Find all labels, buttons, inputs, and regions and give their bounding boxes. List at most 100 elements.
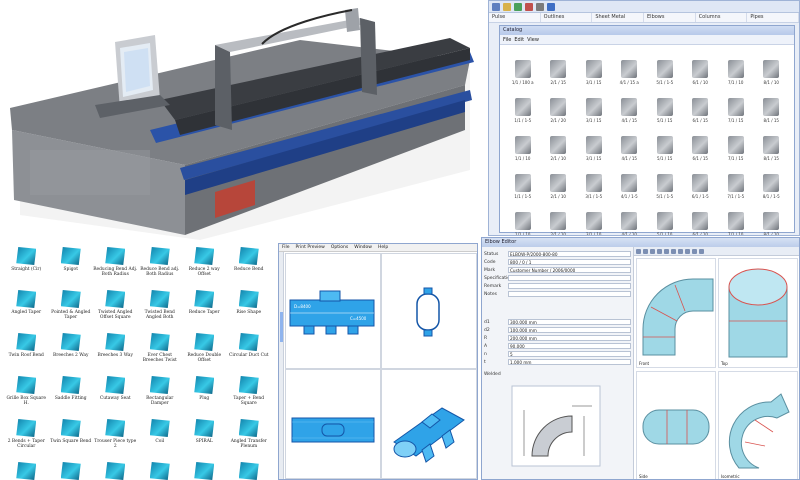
catalog-item[interactable]: 7/1 / 10	[719, 49, 753, 85]
front-view[interactable]: C=4500 D=8400	[285, 253, 381, 369]
component-item[interactable]: Ever Chest Breeches Twist	[138, 333, 183, 370]
dim-value[interactable]: 200.000 mm	[508, 335, 631, 341]
menu-item[interactable]: Columns	[696, 13, 748, 22]
field-value[interactable]	[508, 291, 631, 297]
cad-menu-item[interactable]: Window	[354, 245, 372, 250]
component-item[interactable]: Reduce Taper	[182, 290, 227, 327]
menu-item[interactable]: Elbows	[644, 13, 696, 22]
component-item[interactable]: Rise Shape	[227, 290, 272, 327]
menu-item[interactable]: Pipes	[747, 13, 799, 22]
delete-icon[interactable]	[525, 2, 533, 11]
save-icon[interactable]	[514, 2, 522, 11]
dim-value[interactable]: 100.000 mm	[508, 327, 631, 333]
front-icon[interactable]	[664, 248, 669, 254]
component-item[interactable]: Reduce 2 way Offset	[182, 247, 227, 284]
component-item[interactable]: Grille Box Sq. + Outlet	[49, 462, 94, 480]
catalog-item[interactable]: 4/1 / 10	[613, 201, 647, 235]
catalog-item[interactable]: 5/1 / 15	[648, 125, 682, 161]
cad-menu-item[interactable]: Help	[378, 245, 388, 250]
component-item[interactable]: Angled Transfer Plenum	[227, 419, 272, 456]
component-item[interactable]: Transition Handle	[93, 462, 138, 480]
open-icon[interactable]	[503, 2, 511, 11]
catalog-item[interactable]: 8/1 / 15	[755, 125, 789, 161]
iso-icon[interactable]	[685, 248, 690, 254]
cad-menu-item[interactable]: File	[282, 245, 290, 250]
top-icon[interactable]	[671, 248, 676, 254]
component-item[interactable]: Spigot	[49, 247, 94, 284]
help-icon[interactable]	[547, 2, 555, 11]
catalog-item[interactable]: 2/1 / 10	[542, 201, 576, 235]
dim-value[interactable]: 300.000 mm	[508, 319, 631, 325]
menu-item[interactable]: Pulse	[489, 13, 541, 22]
dim-value[interactable]: 1.000 mm	[508, 359, 631, 365]
catalog-item[interactable]: 4/1 / 15 a	[613, 49, 647, 85]
side-view[interactable]	[381, 253, 477, 369]
catalog-item[interactable]: 5/1 / 15	[648, 87, 682, 123]
component-item[interactable]: Reduce Double Offset	[182, 333, 227, 370]
cad-menu-item[interactable]: Options	[331, 245, 348, 250]
pan-icon[interactable]	[643, 248, 648, 254]
component-item[interactable]: Straight Oval Variant	[182, 462, 227, 480]
catalog-item[interactable]: 4/1 / 1-5	[613, 163, 647, 199]
catalog-item[interactable]: 3/1 / 15	[577, 49, 611, 85]
catalog-item[interactable]: 3/1 / 10	[577, 201, 611, 235]
catalog-item[interactable]: 6/1 / 10	[684, 49, 718, 85]
component-item[interactable]: Twin Square Bend	[49, 419, 94, 456]
menu-item[interactable]: Sheet Metal	[592, 13, 645, 22]
toolbar-view[interactable]: View	[527, 37, 539, 43]
fit-icon[interactable]	[657, 248, 662, 254]
rotate-icon[interactable]	[650, 248, 655, 254]
component-item[interactable]: Reduce Bend adj. Both Radius	[138, 247, 183, 284]
field-value[interactable]: Customer Number / 2006/0000	[508, 267, 631, 273]
field-value[interactable]	[508, 275, 631, 281]
elbow-top-view[interactable]: Top	[718, 258, 798, 368]
component-item[interactable]: Breeches 2 Way	[49, 333, 94, 370]
scroll-thumb[interactable]	[280, 312, 283, 342]
component-item[interactable]: 2 Bends + Taper Circular	[4, 419, 49, 456]
catalog-item[interactable]: 1/1 / 1-5	[506, 163, 540, 199]
component-item[interactable]: Pointed & Angled Taper	[49, 290, 94, 327]
component-item[interactable]: Saddle Fitting	[49, 376, 94, 413]
catalog-item[interactable]: 8/1 / 15	[755, 87, 789, 123]
field-value[interactable]: 800 / 0 / 1	[508, 259, 631, 265]
top-view[interactable]	[285, 369, 381, 479]
catalog-item[interactable]: 1/1 / 1-5	[506, 87, 540, 123]
catalog-item[interactable]: 6/1 / 15	[684, 125, 718, 161]
zoom-icon[interactable]	[636, 248, 641, 254]
catalog-item[interactable]: 8/1 / 10	[755, 49, 789, 85]
catalog-item[interactable]: 3/1 / 15	[577, 87, 611, 123]
catalog-item[interactable]: 6/1 / 15	[684, 87, 718, 123]
catalog-item[interactable]: 2/1 / 15	[542, 49, 576, 85]
component-item[interactable]: Straight (Cir)	[4, 247, 49, 284]
component-item[interactable]: Angled Taper	[4, 290, 49, 327]
catalog-item[interactable]: 3/1 / 1-5	[577, 163, 611, 199]
shade-icon[interactable]	[692, 248, 697, 254]
component-item[interactable]: Twin Roof Bend	[4, 333, 49, 370]
catalog-item[interactable]: 7/1 / 10	[719, 201, 753, 235]
menu-item[interactable]: Outlines	[541, 13, 593, 22]
catalog-item[interactable]: 7/1 / 15	[719, 125, 753, 161]
side-icon[interactable]	[678, 248, 683, 254]
catalog-item[interactable]: 1/1 / 100 a	[506, 49, 540, 85]
catalog-item[interactable]: 7/1 / 15	[719, 87, 753, 123]
component-item[interactable]: Roof with Tee type 2	[138, 462, 183, 480]
field-value[interactable]: ELBOW-P/2000-800-80	[508, 251, 631, 257]
toolbar-edit[interactable]: Edit	[514, 37, 524, 43]
new-icon[interactable]	[492, 2, 500, 11]
catalog-item[interactable]: 2/1 / 10	[542, 125, 576, 161]
component-item[interactable]: Trouser Piece type 2	[93, 419, 138, 456]
catalog-item[interactable]: 2/1 / 20	[542, 87, 576, 123]
elbow-side-view[interactable]: Side	[636, 371, 716, 479]
component-item[interactable]: Cabinet Straight	[227, 462, 272, 480]
catalog-item[interactable]: 6/1 / 10	[684, 201, 718, 235]
component-item[interactable]: Breeches 3 Way	[93, 333, 138, 370]
component-item[interactable]: Reducing Bend Adj. Both Radius	[93, 247, 138, 284]
catalog-item[interactable]: 5/1 / 1-5	[648, 49, 682, 85]
cad-scrollbar[interactable]	[279, 252, 284, 479]
iso-view[interactable]	[381, 369, 477, 479]
component-item[interactable]: Circular Duct Cut	[227, 333, 272, 370]
component-item[interactable]: Plug	[182, 376, 227, 413]
cad-menu-item[interactable]: Print Preview	[296, 245, 325, 250]
catalog-item[interactable]: 4/1 / 15	[613, 125, 647, 161]
catalog-item[interactable]: 1/1 / 10	[506, 125, 540, 161]
